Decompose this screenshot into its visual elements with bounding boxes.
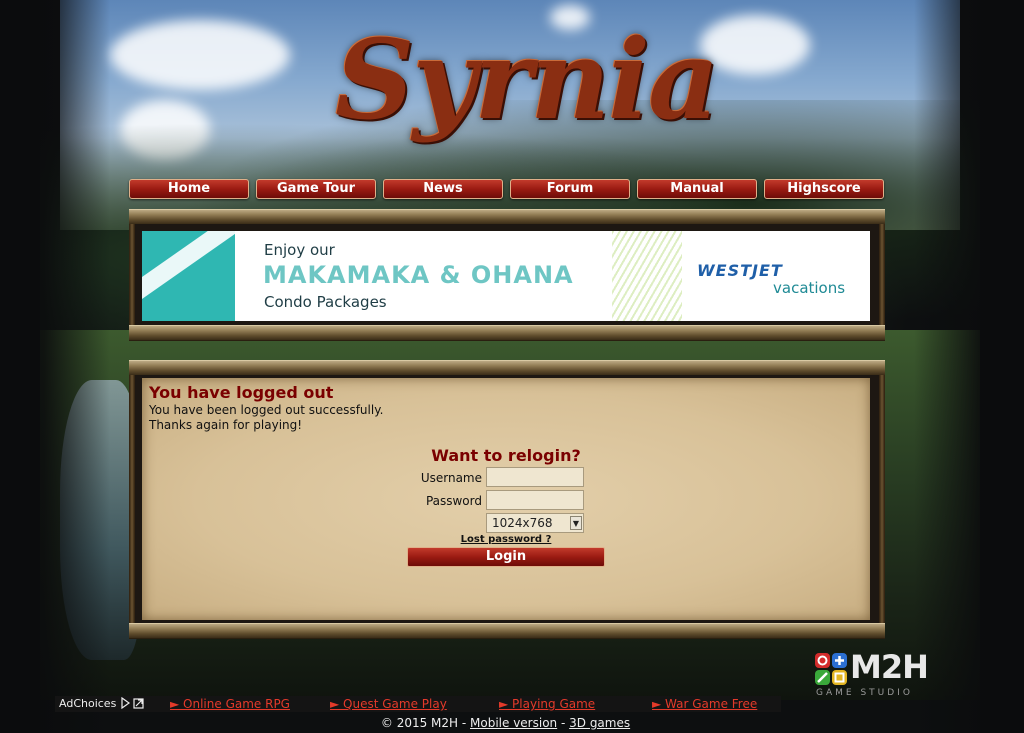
nav-news-button[interactable]: News [383, 179, 503, 199]
ad-brand-logo: WESTJET [697, 261, 783, 280]
ad-banner[interactable]: Enjoy our MAKAMAKA & OHANA Condo Package… [142, 231, 870, 321]
ad-teal-graphic [142, 231, 235, 321]
resolution-select-value: 1024x768 [492, 516, 553, 530]
login-button[interactable]: Login [407, 547, 605, 567]
footer-copyright: © 2015 M2H - [380, 716, 471, 730]
background-vignette-left [0, 0, 110, 733]
ad-link-playing-game[interactable]: ► Playing Game [499, 697, 595, 711]
background-vignette-right [914, 0, 1024, 733]
ad-frame-right [879, 224, 885, 325]
mobile-version-link[interactable]: Mobile version [470, 716, 557, 730]
m2h-studio-logo[interactable]: M2H GAME STUDIO [814, 648, 934, 702]
ad-brand-sub: vacations [773, 279, 846, 297]
content-frame-top [129, 360, 885, 376]
adchoices-icon [121, 696, 144, 710]
nav-forum-button[interactable]: Forum [510, 179, 630, 199]
nav-highscore-button[interactable]: Highscore [764, 179, 884, 199]
logout-title: You have logged out [149, 383, 334, 402]
background-cloud [110, 20, 290, 90]
password-label: Password [425, 494, 482, 508]
footer: © 2015 M2H - Mobile version - 3D games [0, 716, 1011, 730]
logout-panel: You have logged out You have been logged… [142, 378, 870, 620]
ad-frame-left [129, 224, 135, 325]
ad-frame-top [129, 209, 885, 225]
m2h-name: M2H [850, 648, 929, 686]
ad-line-3: Condo Packages [264, 293, 387, 311]
ad-link-war-game-free[interactable]: ► War Game Free [652, 697, 757, 711]
password-input[interactable] [486, 490, 584, 510]
chevron-down-icon[interactable]: ▼ [570, 516, 582, 530]
ad-frame-bottom [129, 325, 885, 341]
lost-password-link[interactable]: Lost password ? [142, 534, 870, 545]
footer-separator: - [557, 716, 570, 730]
3d-games-link[interactable]: 3D games [569, 716, 630, 730]
nav-home-button[interactable]: Home [129, 179, 249, 199]
resolution-select[interactable]: 1024x768 ▼ [486, 513, 584, 533]
nav-manual-button[interactable]: Manual [637, 179, 757, 199]
username-label: Username [420, 471, 482, 485]
syrnia-logo[interactable]: Syrnia [335, 10, 719, 150]
ad-link-online-game-rpg[interactable]: ► Online Game RPG [170, 697, 290, 711]
adchoices-label[interactable]: AdChoices [59, 696, 146, 710]
relogin-title: Want to relogin? [431, 446, 581, 465]
content-frame-bottom [129, 623, 885, 639]
content-frame-left [129, 375, 135, 624]
adchoices-text: AdChoices [59, 697, 117, 710]
m2h-logo-icon [815, 653, 847, 685]
logout-thanks: Thanks again for playing! [149, 418, 303, 432]
ad-palm-graphic [612, 231, 682, 321]
ad-links-bar: AdChoices ► Online Game RPG ► Quest Game… [55, 696, 781, 712]
content-frame-right [879, 375, 885, 624]
ad-link-quest-game-play[interactable]: ► Quest Game Play [330, 697, 447, 711]
logout-message: You have been logged out successfully. [149, 403, 384, 417]
ad-line-1: Enjoy our [264, 241, 335, 259]
username-input[interactable] [486, 467, 584, 487]
nav-game-tour-button[interactable]: Game Tour [256, 179, 376, 199]
m2h-tagline: GAME STUDIO [816, 688, 913, 698]
ad-line-2: MAKAMAKA & OHANA [263, 261, 574, 289]
